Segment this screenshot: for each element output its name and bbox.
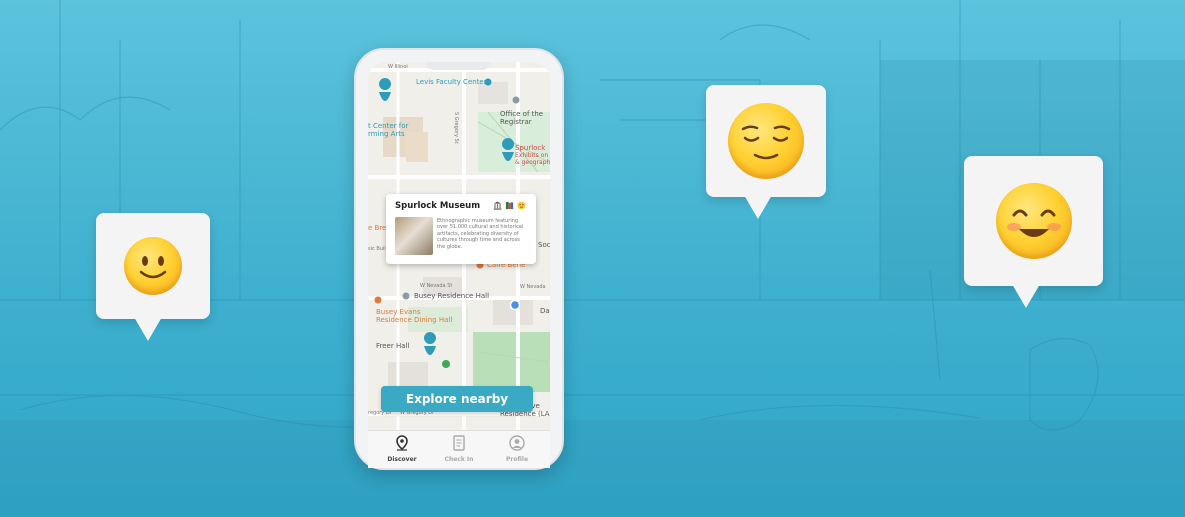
tab-discover[interactable]: Discover [377, 435, 427, 463]
map-label: t Center for rming Arts [368, 122, 409, 138]
poi-orange-icon [374, 296, 382, 304]
card-title: Spurlock Museum [395, 201, 481, 211]
bottom-tab-bar: Discover Check In Profile [368, 430, 550, 468]
map-label: Office of the Registrar [500, 110, 544, 126]
phone-notch [426, 62, 490, 70]
map-label: Exhibits on & geograph [515, 152, 550, 166]
map-label: Busey Evans Residence Dining Hall [376, 308, 453, 324]
phone-screen: W Illinoi Levis Faculty Center Office of… [368, 62, 550, 468]
map-label: e Bre [368, 224, 387, 232]
emoji-bubble-left [96, 213, 210, 341]
user-icon [509, 435, 525, 451]
relieved-face-icon [728, 103, 804, 179]
poi-green-icon [442, 360, 450, 368]
map-label: S Gregory St [453, 112, 459, 144]
map-pin-icon [396, 435, 408, 451]
phone-frame: W Illinoi Levis Faculty Center Office of… [354, 48, 564, 470]
map-label: Freer Hall [376, 342, 410, 350]
tab-label: Discover [387, 456, 417, 463]
tab-check-in[interactable]: Check In [434, 435, 484, 463]
map-label: W Nevada St [420, 283, 453, 289]
poi-gray-icon [512, 96, 520, 104]
tab-profile[interactable]: Profile [492, 435, 542, 463]
map-label: W Nevada [520, 284, 546, 290]
emoji-bubble-middle [706, 85, 826, 219]
map-label: Levis Faculty Center [416, 78, 487, 86]
tab-label: Check In [444, 456, 474, 463]
neutral-face-icon [517, 201, 526, 210]
card-icons [493, 201, 526, 210]
explore-nearby-button[interactable]: Explore nearby [381, 386, 533, 412]
poi-gray-icon [402, 292, 410, 300]
smiling-face-with-smiling-eyes-icon [995, 183, 1072, 259]
map-label: Spurlock [515, 144, 546, 152]
place-info-card[interactable]: Spurlock Museum Ethnographic museum feat… [386, 194, 536, 264]
museum-icon [493, 201, 502, 210]
card-description: Ethnographic museum featuring over 51,00… [437, 218, 524, 250]
map-label: Soc [538, 241, 550, 249]
place-thumbnail [395, 217, 433, 255]
map-label: Dar [540, 307, 550, 315]
map-label: Busey Residence Hall [414, 292, 490, 300]
book-icon [505, 201, 514, 210]
emoji-bubble-right [964, 156, 1103, 308]
map-label: W Illinoi [388, 64, 408, 70]
clipboard-icon [453, 435, 465, 451]
slightly-smiling-face-icon [124, 237, 182, 295]
tab-label: Profile [505, 456, 529, 463]
current-location-icon [509, 299, 521, 311]
